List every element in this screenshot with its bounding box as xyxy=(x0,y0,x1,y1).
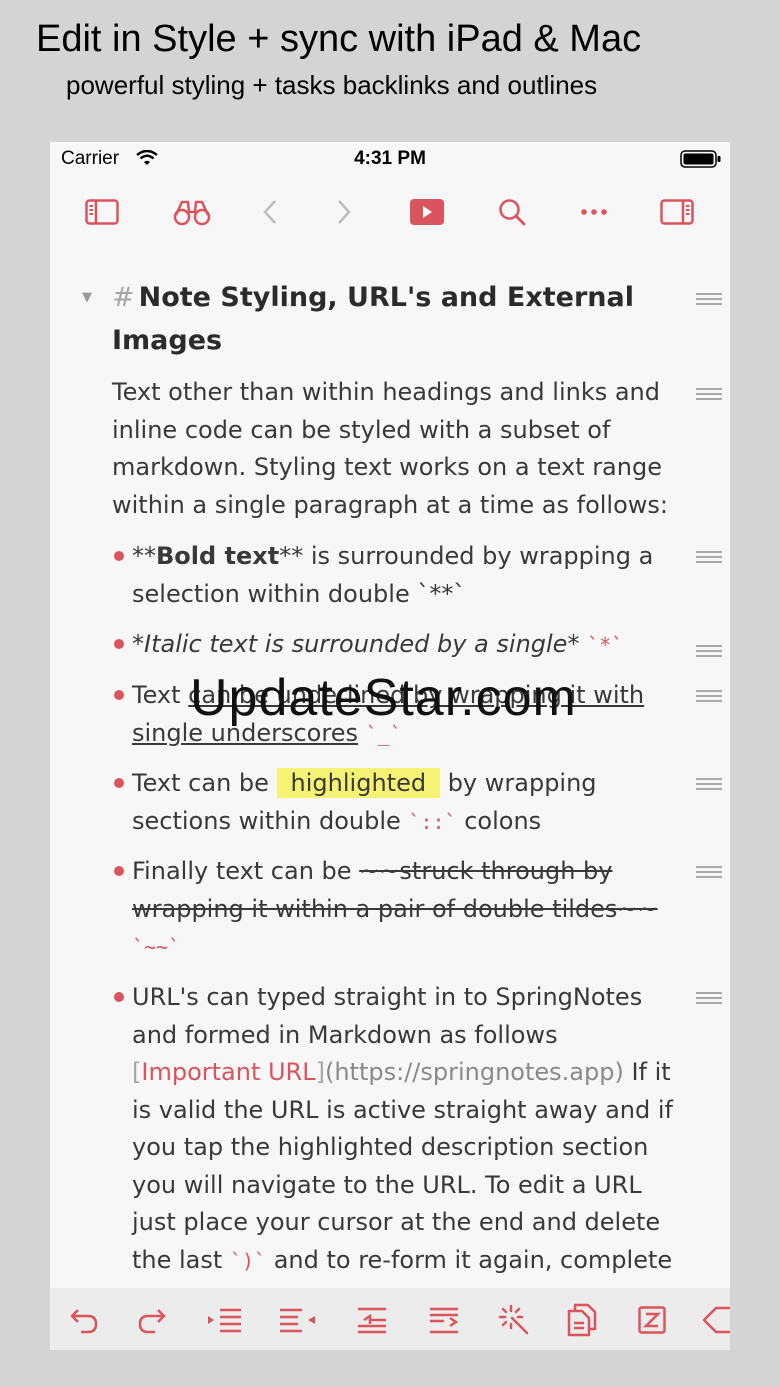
link-text[interactable]: Important URL xyxy=(141,1058,315,1086)
battery-icon xyxy=(680,150,722,174)
search-icon[interactable] xyxy=(490,190,534,234)
top-toolbar xyxy=(50,190,730,234)
italic-list-item[interactable]: *Italic text is surrounded by a single* … xyxy=(132,626,692,665)
bullet-dot xyxy=(114,690,124,700)
inline-code: `)` xyxy=(229,1248,267,1273)
binoculars-icon[interactable] xyxy=(170,190,214,234)
move-up-icon[interactable] xyxy=(352,1300,392,1340)
inline-code: `~~` xyxy=(132,935,181,959)
template-icon[interactable] xyxy=(632,1300,672,1340)
bold-text: Bold text xyxy=(156,542,280,570)
markup-text: ** xyxy=(132,542,156,570)
back-chevron-icon[interactable] xyxy=(248,190,292,234)
intro-paragraph[interactable]: Text other than within headings and link… xyxy=(112,374,672,524)
highlighted-text: highlighted xyxy=(276,768,441,798)
copy-icon[interactable] xyxy=(562,1300,602,1340)
heading-text: Note Styling, URL's and External Images xyxy=(112,282,634,356)
item-text: Text xyxy=(132,681,189,709)
inline-code: `::` xyxy=(408,809,457,834)
indent-icon[interactable] xyxy=(204,1300,244,1340)
drag-handle-icon[interactable] xyxy=(696,690,722,704)
item-text: If it is valid the URL is active straigh… xyxy=(132,1058,673,1274)
promo-title: Edit in Style + sync with iPad & Mac xyxy=(36,18,642,60)
bullet-dot xyxy=(114,778,124,788)
drag-handle-icon[interactable] xyxy=(696,388,722,402)
watermark: UpdateStar.com xyxy=(190,669,577,727)
move-down-icon[interactable] xyxy=(424,1300,464,1340)
redo-icon[interactable] xyxy=(132,1300,172,1340)
promo-subtitle: powerful styling + tasks backlinks and o… xyxy=(66,70,598,100)
bottom-toolbar xyxy=(50,1288,730,1350)
magic-wand-icon[interactable] xyxy=(494,1300,534,1340)
status-bar: Carrier 4:31 PM xyxy=(50,142,730,178)
tag-icon[interactable] xyxy=(698,1300,730,1340)
undo-icon[interactable] xyxy=(64,1300,104,1340)
status-time: 4:31 PM xyxy=(354,148,426,169)
note-heading[interactable]: # Note Styling, URL's and External Images xyxy=(112,276,672,362)
bullet-dot xyxy=(114,639,124,649)
strike-list-item[interactable]: Finally text can be ~~struck through by … xyxy=(132,853,692,967)
drag-handle-icon[interactable] xyxy=(696,645,722,659)
link-bracket: [ xyxy=(132,1058,142,1086)
link-url[interactable]: (https://springnotes.app) xyxy=(325,1058,624,1086)
heading-hash: # xyxy=(112,282,135,313)
forward-chevron-icon[interactable] xyxy=(322,190,366,234)
drag-handle-icon[interactable] xyxy=(696,293,722,307)
item-text: Text can be xyxy=(132,769,277,797)
bullet-dot xyxy=(114,551,124,561)
play-icon[interactable] xyxy=(405,190,449,234)
collapse-triangle-icon[interactable]: ▼ xyxy=(82,290,92,305)
drag-handle-icon[interactable] xyxy=(696,866,722,880)
italic-text: *Italic text is surrounded by a single* xyxy=(132,630,580,658)
item-text: colons xyxy=(456,806,542,835)
url-list-item[interactable]: URL's can typed straight in to SpringNot… xyxy=(132,979,692,1280)
drag-handle-icon[interactable] xyxy=(696,778,722,792)
item-text: URL's can typed straight in to SpringNot… xyxy=(132,983,643,1049)
link-bracket: ] xyxy=(315,1058,325,1086)
outdent-icon[interactable] xyxy=(278,1300,318,1340)
inline-code: `*` xyxy=(587,633,624,657)
bullet-dot xyxy=(114,992,124,1002)
drag-handle-icon[interactable] xyxy=(696,551,722,565)
item-text: Finally text can be xyxy=(132,857,360,885)
bullet-dot xyxy=(114,866,124,876)
highlight-list-item[interactable]: Text can be highlighted by wrapping sect… xyxy=(132,765,692,841)
right-panel-icon[interactable] xyxy=(655,190,699,234)
item-text: and to re-form it again, complete xyxy=(266,1245,673,1274)
inline-code: `**` xyxy=(417,579,466,608)
bold-list-item[interactable]: **Bold text** is surrounded by wrapping … xyxy=(132,538,692,613)
sidebar-icon[interactable] xyxy=(80,190,124,234)
drag-handle-icon[interactable] xyxy=(696,992,722,1006)
more-icon[interactable] xyxy=(572,190,616,234)
phone-screen: Carrier 4:31 PM ▼ # Note Styling, URL's … xyxy=(50,142,730,1350)
